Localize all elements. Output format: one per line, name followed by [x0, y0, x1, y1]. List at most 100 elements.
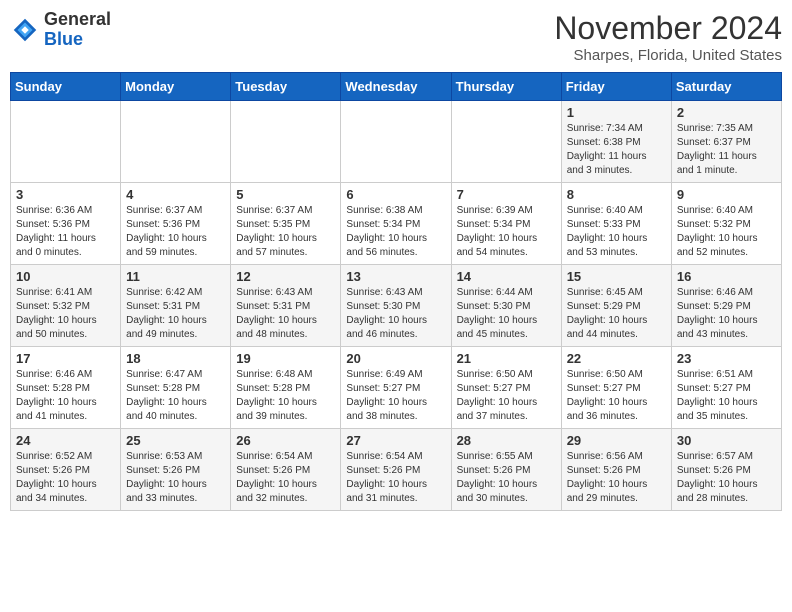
day-info: Sunrise: 6:54 AM Sunset: 5:26 PM Dayligh…: [346, 450, 445, 506]
day-info: Sunrise: 6:39 AM Sunset: 5:34 PM Dayligh…: [457, 204, 556, 260]
day-info: Sunrise: 6:44 AM Sunset: 5:30 PM Dayligh…: [457, 286, 556, 342]
calendar-cell: 29Sunrise: 6:56 AM Sunset: 5:26 PM Dayli…: [561, 429, 671, 511]
day-number: 18: [126, 351, 225, 366]
day-info: Sunrise: 6:38 AM Sunset: 5:34 PM Dayligh…: [346, 204, 445, 260]
day-number: 7: [457, 187, 556, 202]
calendar-cell: 2 Sunrise: 7:35 AM Sunset: 6:37 PM Daylig…: [671, 101, 781, 183]
day-info: Sunrise: 6:54 AM Sunset: 5:26 PM Dayligh…: [236, 450, 335, 506]
calendar-cell: 11Sunrise: 6:42 AM Sunset: 5:31 PM Dayli…: [121, 265, 231, 347]
day-info: Sunrise: 6:53 AM Sunset: 5:26 PM Dayligh…: [126, 450, 225, 506]
page-header: General Blue November 2024 Sharpes, Flor…: [10, 10, 782, 64]
day-number: 11: [126, 269, 225, 284]
calendar-cell: 24 Sunrise: 6:52 AM Sunset: 5:26 PM Dayli…: [11, 429, 121, 511]
day-number: 17: [16, 351, 115, 366]
logo-icon: [10, 15, 40, 45]
logo-general-text: General: [44, 10, 111, 30]
day-info: Sunrise: 6:50 AM Sunset: 5:27 PM Dayligh…: [567, 368, 666, 424]
day-info: Sunrise: 6:51 AM Sunset: 5:27 PM Dayligh…: [677, 368, 776, 424]
calendar-week-2: 3 Sunrise: 6:36 AM Sunset: 5:36 PM Daylig…: [11, 183, 782, 265]
day-info: Sunrise: 6:57 AM Sunset: 5:26 PM Dayligh…: [677, 450, 776, 506]
calendar-cell: 3 Sunrise: 6:36 AM Sunset: 5:36 PM Daylig…: [11, 183, 121, 265]
day-info: Sunrise: 7:34 AM Sunset: 6:38 PM Dayligh…: [567, 122, 666, 178]
day-number: 13: [346, 269, 445, 284]
calendar-cell: 19Sunrise: 6:48 AM Sunset: 5:28 PM Dayli…: [231, 347, 341, 429]
day-number: 2: [677, 105, 776, 120]
day-number: 16: [677, 269, 776, 284]
calendar-cell: 22 Sunrise: 6:50 AM Sunset: 5:27 PM Dayli…: [561, 347, 671, 429]
day-info: Sunrise: 6:50 AM Sunset: 5:27 PM Dayligh…: [457, 368, 556, 424]
day-number: 22: [567, 351, 666, 366]
day-number: 14: [457, 269, 556, 284]
calendar-cell: [341, 101, 451, 183]
calendar-cell: [11, 101, 121, 183]
day-number: 8: [567, 187, 666, 202]
day-number: 27: [346, 433, 445, 448]
calendar-week-5: 24 Sunrise: 6:52 AM Sunset: 5:26 PM Dayli…: [11, 429, 782, 511]
month-title: November 2024: [554, 10, 782, 47]
calendar-cell: 10Sunrise: 6:41 AM Sunset: 5:32 PM Dayli…: [11, 265, 121, 347]
day-info: Sunrise: 6:37 AM Sunset: 5:36 PM Dayligh…: [126, 204, 225, 260]
calendar-cell: 27 Sunrise: 6:54 AM Sunset: 5:26 PM Dayli…: [341, 429, 451, 511]
day-info: Sunrise: 6:47 AM Sunset: 5:28 PM Dayligh…: [126, 368, 225, 424]
day-info: Sunrise: 6:55 AM Sunset: 5:26 PM Dayligh…: [457, 450, 556, 506]
day-number: 26: [236, 433, 335, 448]
calendar-cell: 8 Sunrise: 6:40 AM Sunset: 5:33 PM Daylig…: [561, 183, 671, 265]
day-number: 12: [236, 269, 335, 284]
day-number: 28: [457, 433, 556, 448]
column-header-thursday: Thursday: [451, 73, 561, 101]
day-number: 6: [346, 187, 445, 202]
day-info: Sunrise: 6:48 AM Sunset: 5:28 PM Dayligh…: [236, 368, 335, 424]
calendar-table: SundayMondayTuesdayWednesdayThursdayFrid…: [10, 72, 782, 511]
calendar-cell: 5 Sunrise: 6:37 AM Sunset: 5:35 PM Daylig…: [231, 183, 341, 265]
day-info: Sunrise: 6:56 AM Sunset: 5:26 PM Dayligh…: [567, 450, 666, 506]
day-number: 21: [457, 351, 556, 366]
day-info: Sunrise: 6:46 AM Sunset: 5:29 PM Dayligh…: [677, 286, 776, 342]
calendar-cell: 13Sunrise: 6:43 AM Sunset: 5:30 PM Dayli…: [341, 265, 451, 347]
day-number: 30: [677, 433, 776, 448]
calendar-cell: [451, 101, 561, 183]
calendar-cell: 25 Sunrise: 6:53 AM Sunset: 5:26 PM Dayli…: [121, 429, 231, 511]
day-number: 15: [567, 269, 666, 284]
calendar-cell: 12 Sunrise: 6:43 AM Sunset: 5:31 PM Dayli…: [231, 265, 341, 347]
calendar-cell: [231, 101, 341, 183]
calendar-cell: 21 Sunrise: 6:50 AM Sunset: 5:27 PM Dayli…: [451, 347, 561, 429]
day-info: Sunrise: 6:45 AM Sunset: 5:29 PM Dayligh…: [567, 286, 666, 342]
calendar-cell: 23 Sunrise: 6:51 AM Sunset: 5:27 PM Dayli…: [671, 347, 781, 429]
day-number: 5: [236, 187, 335, 202]
calendar-week-4: 17 Sunrise: 6:46 AM Sunset: 5:28 PM Dayli…: [11, 347, 782, 429]
calendar-cell: [121, 101, 231, 183]
calendar-cell: 7 Sunrise: 6:39 AM Sunset: 5:34 PM Daylig…: [451, 183, 561, 265]
day-number: 25: [126, 433, 225, 448]
calendar-week-3: 10Sunrise: 6:41 AM Sunset: 5:32 PM Dayli…: [11, 265, 782, 347]
day-info: Sunrise: 6:43 AM Sunset: 5:31 PM Dayligh…: [236, 286, 335, 342]
column-header-monday: Monday: [121, 73, 231, 101]
day-number: 10: [16, 269, 115, 284]
calendar-cell: 18 Sunrise: 6:47 AM Sunset: 5:28 PM Dayli…: [121, 347, 231, 429]
calendar-cell: 1 Sunrise: 7:34 AM Sunset: 6:38 PM Daylig…: [561, 101, 671, 183]
calendar-cell: 17 Sunrise: 6:46 AM Sunset: 5:28 PM Dayli…: [11, 347, 121, 429]
day-info: Sunrise: 6:40 AM Sunset: 5:32 PM Dayligh…: [677, 204, 776, 260]
day-number: 1: [567, 105, 666, 120]
day-info: Sunrise: 6:46 AM Sunset: 5:28 PM Dayligh…: [16, 368, 115, 424]
day-info: Sunrise: 7:35 AM Sunset: 6:37 PM Dayligh…: [677, 122, 776, 178]
day-number: 9: [677, 187, 776, 202]
day-number: 3: [16, 187, 115, 202]
calendar-week-1: 1 Sunrise: 7:34 AM Sunset: 6:38 PM Daylig…: [11, 101, 782, 183]
calendar-cell: 30 Sunrise: 6:57 AM Sunset: 5:26 PM Dayli…: [671, 429, 781, 511]
calendar-cell: 15 Sunrise: 6:45 AM Sunset: 5:29 PM Dayli…: [561, 265, 671, 347]
day-info: Sunrise: 6:36 AM Sunset: 5:36 PM Dayligh…: [16, 204, 115, 260]
day-number: 23: [677, 351, 776, 366]
day-info: Sunrise: 6:52 AM Sunset: 5:26 PM Dayligh…: [16, 450, 115, 506]
calendar-cell: 26 Sunrise: 6:54 AM Sunset: 5:26 PM Dayli…: [231, 429, 341, 511]
day-number: 20: [346, 351, 445, 366]
day-info: Sunrise: 6:49 AM Sunset: 5:27 PM Dayligh…: [346, 368, 445, 424]
day-info: Sunrise: 6:37 AM Sunset: 5:35 PM Dayligh…: [236, 204, 335, 260]
calendar-cell: 9 Sunrise: 6:40 AM Sunset: 5:32 PM Daylig…: [671, 183, 781, 265]
day-info: Sunrise: 6:40 AM Sunset: 5:33 PM Dayligh…: [567, 204, 666, 260]
calendar-cell: 28 Sunrise: 6:55 AM Sunset: 5:26 PM Dayli…: [451, 429, 561, 511]
column-header-sunday: Sunday: [11, 73, 121, 101]
calendar-cell: 4Sunrise: 6:37 AM Sunset: 5:36 PM Daylig…: [121, 183, 231, 265]
logo: General Blue: [10, 10, 111, 50]
day-number: 24: [16, 433, 115, 448]
calendar-cell: 16 Sunrise: 6:46 AM Sunset: 5:29 PM Dayli…: [671, 265, 781, 347]
